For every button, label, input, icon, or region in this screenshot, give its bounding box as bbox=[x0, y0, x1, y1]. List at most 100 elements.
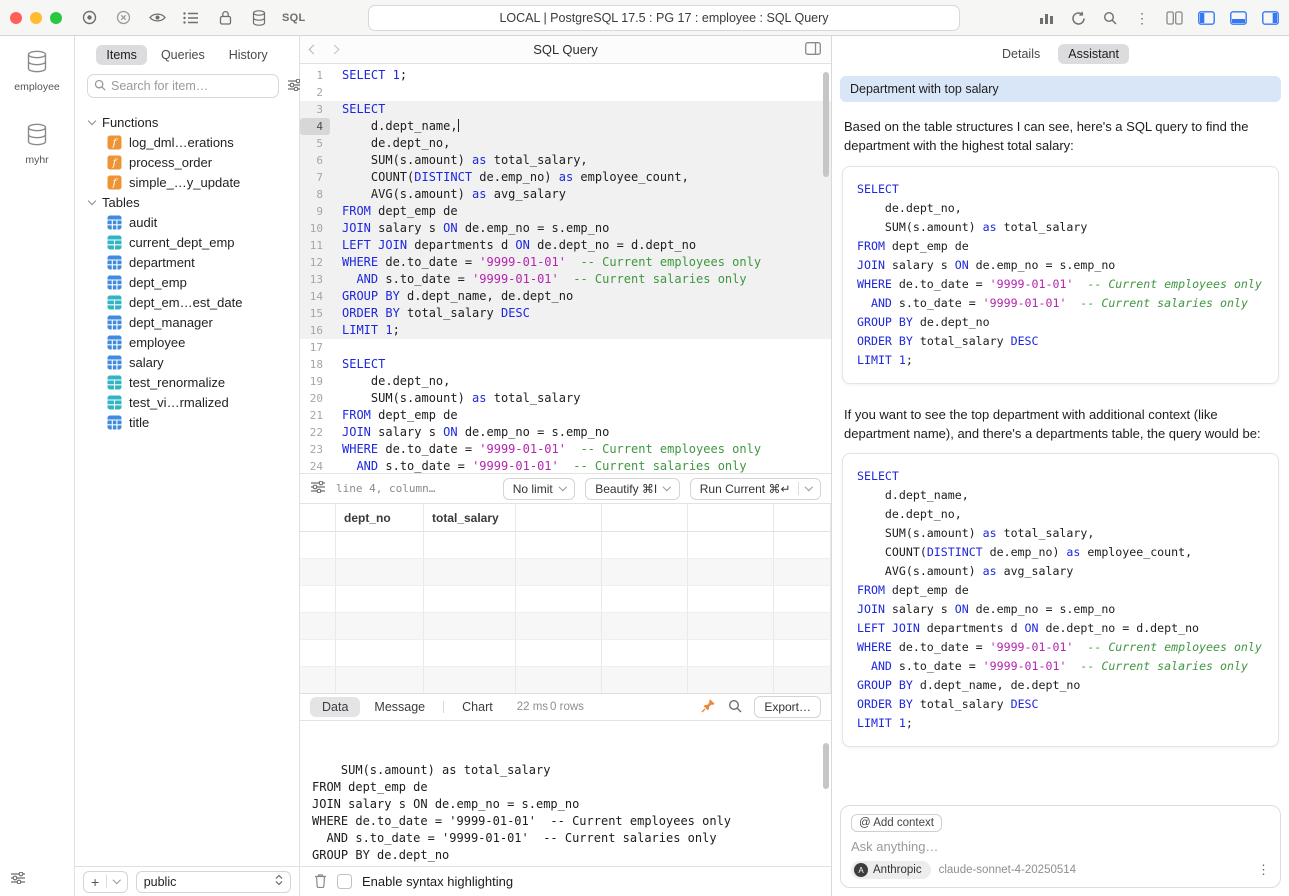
toggle-left-panel-icon[interactable] bbox=[1195, 7, 1217, 29]
tree-section-header[interactable]: Functions bbox=[75, 112, 299, 132]
code-line[interactable]: 20 SUM(s.amount) as total_salary bbox=[300, 390, 831, 407]
code-line[interactable]: 15ORDER BY total_salary DESC bbox=[300, 305, 831, 322]
enable-syntax-highlighting-checkbox[interactable] bbox=[337, 874, 352, 889]
sliders-icon[interactable] bbox=[10, 872, 26, 887]
chart-icon[interactable] bbox=[1035, 7, 1057, 29]
code-line[interactable]: 21FROM dept_emp de bbox=[300, 407, 831, 424]
cell[interactable] bbox=[300, 532, 336, 558]
cell[interactable] bbox=[336, 640, 424, 666]
sidebar-item-test-vi-rmalized[interactable]: test_vi…rmalized bbox=[75, 392, 299, 412]
table-row[interactable] bbox=[300, 559, 831, 586]
code-line[interactable]: 12WHERE de.to_date = '9999-01-01' -- Cur… bbox=[300, 254, 831, 271]
pin-icon[interactable] bbox=[701, 698, 716, 716]
search-box[interactable] bbox=[87, 74, 279, 98]
column-header-total_salary[interactable]: total_salary bbox=[424, 504, 516, 531]
tab-history[interactable]: History bbox=[219, 45, 278, 65]
cell[interactable] bbox=[516, 559, 602, 585]
code-line[interactable]: 10JOIN salary s ON de.emp_no = s.emp_no bbox=[300, 220, 831, 237]
sidebar-item-dept-em-est-date[interactable]: dept_em…est_date bbox=[75, 292, 299, 312]
cell[interactable] bbox=[774, 532, 831, 558]
queue-list-icon[interactable] bbox=[180, 7, 202, 29]
sidebar-item-employee[interactable]: employee bbox=[75, 332, 299, 352]
assistant-code-block[interactable]: SELECT de.dept_no, SUM(s.amount) as tota… bbox=[842, 166, 1279, 384]
sql-editor[interactable]: 1SELECT 1;23SELECT4 d.dept_name,5 de.dep… bbox=[300, 64, 831, 473]
search-input[interactable] bbox=[111, 79, 272, 93]
sidebar-item-current-dept-emp[interactable]: current_dept_emp bbox=[75, 232, 299, 252]
schema-select[interactable]: public bbox=[136, 871, 291, 893]
code-line[interactable]: 8 AVG(s.amount) as avg_salary bbox=[300, 186, 831, 203]
code-line[interactable]: 24 AND s.to_date = '9999-01-01' -- Curre… bbox=[300, 458, 831, 473]
cell[interactable] bbox=[300, 667, 336, 693]
cell[interactable] bbox=[336, 667, 424, 693]
table-row[interactable] bbox=[300, 640, 831, 667]
code-line[interactable]: 16LIMIT 1; bbox=[300, 322, 831, 339]
cell[interactable] bbox=[688, 667, 774, 693]
cell[interactable] bbox=[774, 667, 831, 693]
sidebar-item-salary[interactable]: salary bbox=[75, 352, 299, 372]
cell[interactable] bbox=[774, 559, 831, 585]
tab-queries[interactable]: Queries bbox=[151, 45, 215, 65]
close-circle-icon[interactable] bbox=[112, 7, 134, 29]
export-button[interactable]: Export… bbox=[754, 696, 821, 718]
code-line[interactable]: 5 de.dept_no, bbox=[300, 135, 831, 152]
cell[interactable] bbox=[516, 667, 602, 693]
run-current-button[interactable]: Run Current ⌘↵ bbox=[690, 478, 821, 500]
table-row[interactable] bbox=[300, 613, 831, 640]
view-columns-icon[interactable] bbox=[1163, 7, 1185, 29]
tab-chart[interactable]: Chart bbox=[450, 697, 505, 717]
cell[interactable] bbox=[300, 586, 336, 612]
code-line[interactable]: 3SELECT bbox=[300, 101, 831, 118]
cell[interactable] bbox=[602, 640, 688, 666]
cell[interactable] bbox=[336, 613, 424, 639]
tab-items[interactable]: Items bbox=[96, 45, 147, 65]
code-line[interactable]: 23WHERE de.to_date = '9999-01-01' -- Cur… bbox=[300, 441, 831, 458]
tab-details[interactable]: Details bbox=[992, 44, 1050, 64]
cell[interactable] bbox=[774, 640, 831, 666]
message-panel[interactable]: SUM(s.amount) as total_salary FROM dept_… bbox=[300, 721, 831, 866]
code-line[interactable]: 17 bbox=[300, 339, 831, 356]
cell[interactable] bbox=[300, 559, 336, 585]
sidebar-item-dept-manager[interactable]: dept_manager bbox=[75, 312, 299, 332]
cell[interactable] bbox=[336, 586, 424, 612]
close-window-button[interactable] bbox=[10, 12, 22, 24]
cell[interactable] bbox=[688, 640, 774, 666]
cell[interactable] bbox=[336, 559, 424, 585]
sidebar-item-test-renormalize[interactable]: test_renormalize bbox=[75, 372, 299, 392]
code-line[interactable]: 1SELECT 1; bbox=[300, 67, 831, 84]
cell[interactable] bbox=[688, 586, 774, 612]
composer-kebab-icon[interactable]: ⋮ bbox=[1257, 862, 1270, 878]
code-line[interactable]: 13 AND s.to_date = '9999-01-01' -- Curre… bbox=[300, 271, 831, 288]
zoom-window-button[interactable] bbox=[50, 12, 62, 24]
beautify-dropdown[interactable]: Beautify ⌘I bbox=[585, 478, 680, 500]
cell[interactable] bbox=[300, 613, 336, 639]
code-line[interactable]: 22JOIN salary s ON de.emp_no = s.emp_no bbox=[300, 424, 831, 441]
tree-section-header[interactable]: Tables bbox=[75, 192, 299, 212]
add-context-button[interactable]: @ Add context bbox=[851, 814, 942, 832]
sidebar-item-department[interactable]: department bbox=[75, 252, 299, 272]
cell[interactable] bbox=[424, 586, 516, 612]
add-item-button[interactable]: + bbox=[83, 871, 128, 893]
cell[interactable] bbox=[602, 532, 688, 558]
code-line[interactable]: 7 COUNT(DISTINCT de.emp_no) as employee_… bbox=[300, 169, 831, 186]
ask-input[interactable] bbox=[851, 839, 1270, 854]
cell[interactable] bbox=[300, 640, 336, 666]
code-line[interactable]: 9FROM dept_emp de bbox=[300, 203, 831, 220]
cell[interactable] bbox=[688, 613, 774, 639]
code-line[interactable]: 6 SUM(s.amount) as total_salary, bbox=[300, 152, 831, 169]
kebab-menu-icon[interactable]: ⋮ bbox=[1131, 7, 1153, 29]
cell[interactable] bbox=[516, 613, 602, 639]
lock-icon[interactable] bbox=[214, 7, 236, 29]
cell[interactable] bbox=[774, 613, 831, 639]
assistant-code-block[interactable]: SELECT d.dept_name, de.dept_no, SUM(s.am… bbox=[842, 453, 1279, 747]
cell[interactable] bbox=[602, 559, 688, 585]
search-icon[interactable] bbox=[1099, 7, 1121, 29]
rail-item-myhr[interactable]: myhr bbox=[25, 123, 48, 166]
conversation-title[interactable]: Department with top salary bbox=[840, 76, 1281, 102]
cell[interactable] bbox=[424, 559, 516, 585]
toggle-bottom-panel-icon[interactable] bbox=[1227, 7, 1249, 29]
cell[interactable] bbox=[516, 586, 602, 612]
refresh-icon[interactable] bbox=[1067, 7, 1089, 29]
sidebar-item-title[interactable]: title bbox=[75, 412, 299, 432]
cell[interactable] bbox=[516, 640, 602, 666]
connection-title[interactable]: LOCAL | PostgreSQL 17.5 : PG 17 : employ… bbox=[368, 5, 960, 31]
